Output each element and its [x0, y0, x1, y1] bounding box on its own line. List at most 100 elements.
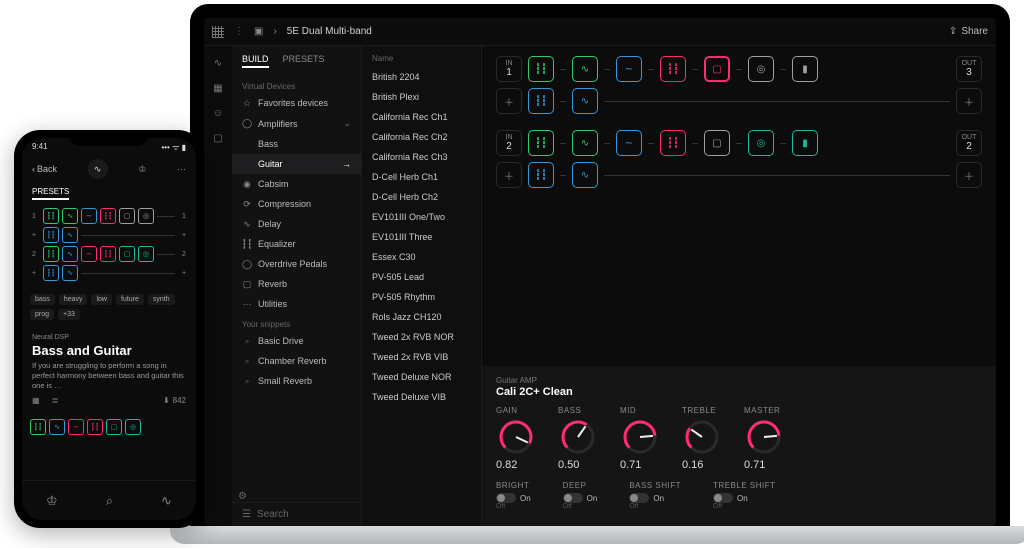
snippet-small[interactable]: ▫Small Reverb	[232, 371, 361, 391]
app-logo-icon[interactable]: ∿	[88, 159, 108, 179]
app-menu-icon[interactable]	[212, 26, 224, 38]
more-icon[interactable]: ⋮	[234, 26, 244, 37]
model-item[interactable]: Tweed 2x RVB VIB	[362, 347, 481, 367]
model-item[interactable]: PV-505 Rhythm	[362, 287, 481, 307]
in-1[interactable]: IN1	[496, 56, 522, 82]
signal-node[interactable]: ∿	[62, 227, 78, 243]
model-item[interactable]: California Rec Ch2	[362, 127, 481, 147]
device-amplifiers[interactable]: ◯Amplifiers⌄	[232, 113, 361, 134]
model-item[interactable]: British Plexi	[362, 87, 481, 107]
model-item[interactable]: Rols Jazz CH120	[362, 307, 481, 327]
signal-node[interactable]: ∿	[572, 130, 598, 156]
signal-node[interactable]: ▮	[792, 56, 818, 82]
signal-node[interactable]: ▢	[704, 56, 730, 82]
device-bass[interactable]: Bass	[232, 134, 361, 154]
signal-node[interactable]: ◎	[748, 56, 774, 82]
add-output[interactable]: ＋	[956, 88, 982, 114]
signal-node[interactable]: ◎	[748, 130, 774, 156]
signal-node[interactable]: ┇┇	[528, 56, 554, 82]
snippet-basic[interactable]: ▫Basic Drive	[232, 331, 361, 351]
signal-node[interactable]: ◎	[138, 208, 154, 224]
signal-node[interactable]: ┇┇	[43, 227, 59, 243]
signal-node[interactable]: ┇┇	[528, 88, 554, 114]
model-item[interactable]: PV-505 Lead	[362, 267, 481, 287]
signal-node[interactable]: ┇┇	[87, 419, 103, 435]
knob-gain[interactable]: GAIN 0.82	[496, 406, 536, 471]
device-delay[interactable]: ∿Delay	[232, 214, 361, 234]
signal-node[interactable]: ∼	[616, 56, 642, 82]
toggle-deep[interactable]: DEEPOnOff	[563, 481, 598, 510]
model-item[interactable]: British 2204	[362, 67, 481, 87]
model-item[interactable]: Essex C30	[362, 247, 481, 267]
device-utilities[interactable]: ⋯Utilities	[232, 294, 361, 314]
signal-node[interactable]: ▢	[704, 130, 730, 156]
signal-node[interactable]: ┇┇	[43, 246, 59, 262]
signal-node[interactable]: ▮	[792, 130, 818, 156]
add-input[interactable]: ＋	[496, 88, 522, 114]
out-1[interactable]: OUT3	[956, 56, 982, 82]
signal-node[interactable]: ▢	[119, 246, 135, 262]
signal-node[interactable]: ┇┇	[100, 208, 116, 224]
model-item[interactable]: EV101III One/Two	[362, 207, 481, 227]
signal-node[interactable]: ∿	[572, 162, 598, 188]
rail-user-icon[interactable]: ☺	[213, 108, 223, 119]
tab-signal-icon[interactable]: ∿	[161, 493, 172, 509]
share-button[interactable]: ⇪ Share	[949, 26, 988, 37]
user-icon[interactable]: ♔	[138, 164, 146, 175]
snippet-chamber[interactable]: ▫Chamber Reverb	[232, 351, 361, 371]
add-input[interactable]: ＋	[496, 162, 522, 188]
tab-search-icon[interactable]: ⌕	[106, 493, 113, 509]
signal-node[interactable]: ┇┇	[528, 130, 554, 156]
signal-node[interactable]: ┇┇	[660, 56, 686, 82]
signal-node[interactable]: ┇┇	[100, 246, 116, 262]
signal-node[interactable]: ┇┇	[30, 419, 46, 435]
out-2[interactable]: OUT2	[956, 130, 982, 156]
add-output[interactable]: ＋	[956, 162, 982, 188]
rail-grid-icon[interactable]: ▦	[213, 83, 222, 94]
signal-node[interactable]: ∼	[616, 130, 642, 156]
device-overdrive[interactable]: ◯Overdrive Pedals	[232, 254, 361, 274]
knob-mid[interactable]: MID 0.71	[620, 406, 660, 471]
signal-node[interactable]: ┇┇	[660, 130, 686, 156]
search-input[interactable]: ☰Search	[232, 502, 361, 526]
knob-master[interactable]: MASTER 0.71	[744, 406, 784, 471]
knob-treble[interactable]: TREBLE 0.16	[682, 406, 722, 471]
rail-signal-icon[interactable]: ∿	[214, 58, 222, 69]
tab-presets[interactable]: PRESETS	[283, 54, 325, 68]
device-reverb[interactable]: ▢Reverb	[232, 274, 361, 294]
device-cabsim[interactable]: ◉Cabsim	[232, 174, 361, 194]
tag[interactable]: bass	[30, 294, 55, 305]
signal-node[interactable]: ▢	[119, 208, 135, 224]
signal-node[interactable]: ∼	[68, 419, 84, 435]
signal-node[interactable]: ┇┇	[528, 162, 554, 188]
knob-bass[interactable]: BASS 0.50	[558, 406, 598, 471]
device-compression[interactable]: ⟳Compression	[232, 194, 361, 214]
model-item[interactable]: Tweed Deluxe VIB	[362, 387, 481, 407]
device-equalizer[interactable]: ┇┇Equalizer	[232, 234, 361, 254]
toggle-bass-shift[interactable]: BASS SHIFTOnOff	[629, 481, 681, 510]
tab-user-icon[interactable]: ♔	[46, 493, 58, 509]
more-icon[interactable]: ⋯	[177, 164, 186, 175]
toggle-bright[interactable]: BRIGHTOnOff	[496, 481, 531, 510]
signal-node[interactable]: ▢	[106, 419, 122, 435]
signal-node[interactable]: ∿	[572, 88, 598, 114]
tag[interactable]: synth	[148, 294, 175, 305]
signal-node[interactable]: ∿	[572, 56, 598, 82]
tag[interactable]: +33	[58, 309, 80, 320]
preset-card[interactable]: Neural DSP Bass and Guitar If you are st…	[30, 328, 188, 411]
model-item[interactable]: EV101III Three	[362, 227, 481, 247]
tag[interactable]: future	[116, 294, 144, 305]
rail-box-icon[interactable]: ▢	[213, 133, 222, 144]
panel-icon[interactable]: ▣	[254, 26, 263, 37]
signal-node[interactable]: ◎	[125, 419, 141, 435]
signal-node[interactable]: ∼	[81, 208, 97, 224]
signal-node[interactable]: ∿	[62, 246, 78, 262]
model-item[interactable]: Tweed 2x RVB NOR	[362, 327, 481, 347]
preset-title[interactable]: 5E Dual Multi-band	[287, 26, 372, 37]
signal-node[interactable]: ┇┇	[43, 265, 59, 281]
toggle-treble-shift[interactable]: TREBLE SHIFTOnOff	[713, 481, 775, 510]
tag[interactable]: low	[91, 294, 112, 305]
model-item[interactable]: D-Cell Herb Ch1	[362, 167, 481, 187]
signal-node[interactable]: ∿	[49, 419, 65, 435]
settings-icon[interactable]: ⚙	[238, 491, 247, 502]
